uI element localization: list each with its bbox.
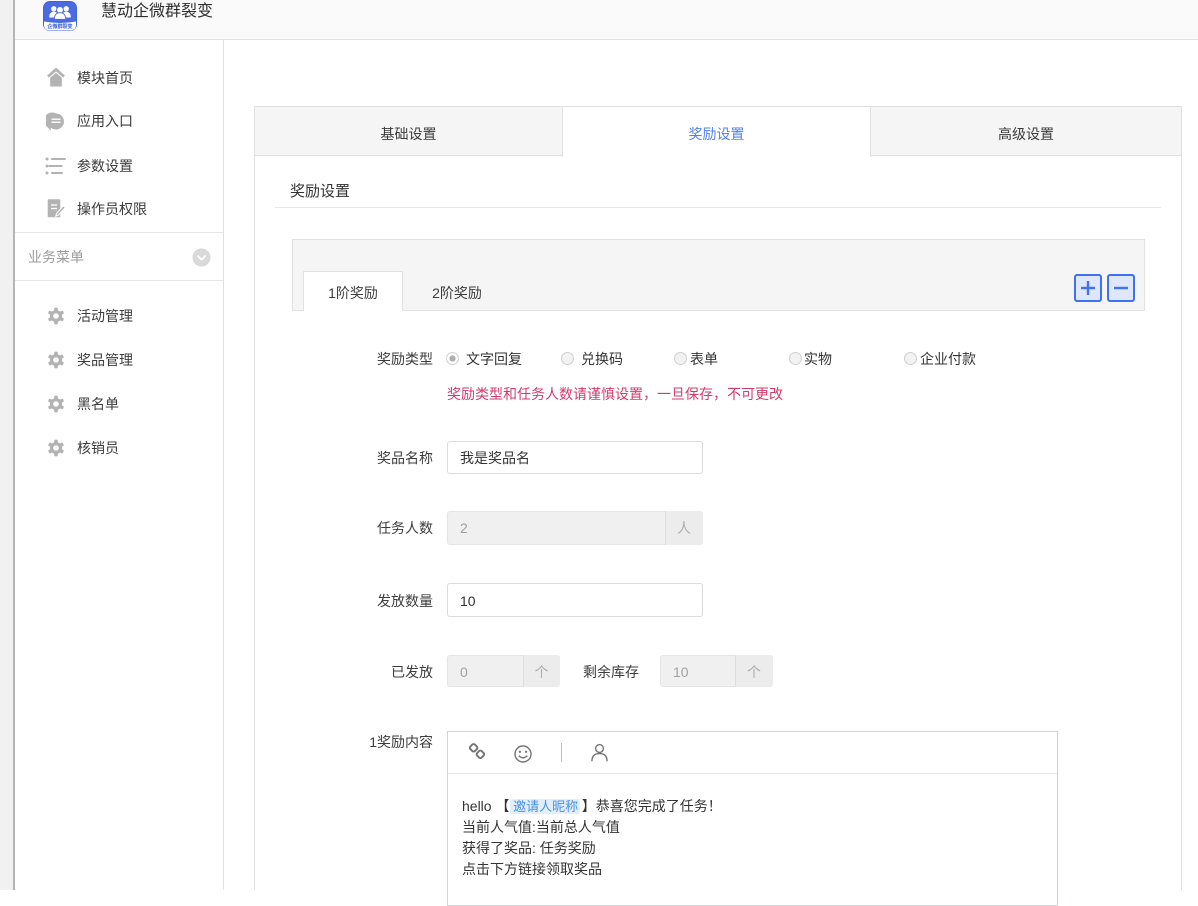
svg-text:企微群裂变: 企微群裂变	[46, 23, 72, 30]
